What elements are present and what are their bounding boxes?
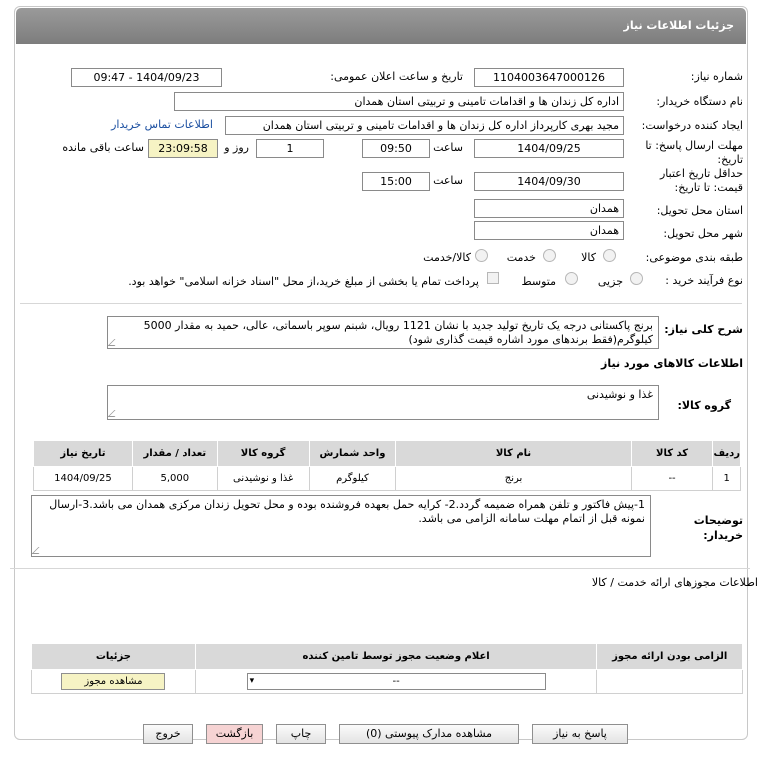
- price-validity-time-label: ساعت: [433, 174, 463, 187]
- buyer-notes-text: 1-پیش فاکتور و تلفن همراه ضمیمه گردد.2- …: [49, 498, 645, 525]
- resize-grip-icon[interactable]: [108, 410, 122, 417]
- process-option-minor: جزیی: [597, 275, 623, 288]
- buyer-notes-label: توضیحات: [693, 514, 743, 527]
- province-field: همدان: [474, 199, 624, 218]
- buyer-notes-label-2: خریدار:: [703, 529, 743, 542]
- col-permit-details: جزئیات: [31, 643, 196, 670]
- process-option-medium: متوسط: [521, 275, 556, 288]
- deadline-time-field: 09:50: [362, 139, 430, 158]
- attached-docs-button[interactable]: مشاهده مدارک پیوستی (0): [339, 724, 519, 744]
- col-code: کد کالا: [630, 440, 714, 467]
- description-textarea: برنج پاکستانی درجه یک تاریخ تولید جدید ب…: [107, 316, 659, 349]
- permit-status-select[interactable]: -- ▾: [246, 673, 546, 690]
- payment-note: پرداخت تمام یا بخشی از مبلغ خرید،از محل …: [128, 275, 479, 288]
- cell-permit-status: -- ▾: [194, 669, 598, 694]
- cell-code: --: [630, 466, 714, 491]
- col-permit-status: اعلام وضعیت مجوز توسط تامین کننده: [194, 643, 598, 670]
- category-option-service: خدمت: [506, 251, 536, 264]
- remaining-time-field: 23:09:58: [148, 139, 218, 158]
- need-number-field: 1104003647000126: [474, 68, 624, 87]
- cell-group: غذا و نوشیدنی: [216, 466, 310, 491]
- resize-grip-icon[interactable]: [32, 547, 46, 554]
- requester-label: ایجاد کننده درخواست:: [641, 119, 743, 132]
- exit-button[interactable]: خروج: [143, 724, 193, 744]
- back-button[interactable]: بازگشت: [206, 724, 263, 744]
- permit-status-value: --: [392, 676, 400, 687]
- cell-quantity: 5,000: [131, 466, 218, 491]
- buyer-org-field: اداره کل زندان ها و اقدامات تامینی و ترب…: [174, 92, 624, 111]
- category-radio-goods-service[interactable]: [475, 249, 488, 262]
- table-row: 1 -- برنج کیلوگرم غذا و نوشیدنی 5,000 14…: [33, 466, 741, 491]
- reply-button[interactable]: پاسخ به نیاز: [532, 724, 628, 744]
- cell-permit-required: [596, 669, 743, 694]
- cell-permit-details: مشاهده مجوز: [31, 669, 196, 694]
- price-validity-label: حداقل تاریخ اعتبار: [659, 167, 743, 180]
- price-validity-time-field: 15:00: [362, 172, 430, 191]
- col-permit-required: الزامی بودن ارائه مجوز: [596, 643, 743, 670]
- category-radio-goods[interactable]: [603, 249, 616, 262]
- goods-table: ردیف کد کالا نام کالا واحد شمارش گروه کا…: [33, 440, 741, 491]
- price-validity-date-field: 1404/09/30: [474, 172, 624, 191]
- table-row: -- ▾ مشاهده مجوز: [31, 669, 743, 694]
- buyer-org-label: نام دستگاه خریدار:: [656, 95, 743, 108]
- announce-label: تاریخ و ساعت اعلان عمومی:: [330, 70, 463, 83]
- chevron-down-icon: ▾: [249, 676, 255, 686]
- days-field: 1: [256, 139, 324, 158]
- permits-section-title: اطلاعات مجوزهای ارائه خدمت / کالا: [591, 576, 758, 589]
- deadline-time-label: ساعت: [433, 141, 463, 154]
- description-label: شرح کلی نیاز:: [664, 323, 743, 336]
- view-permit-button[interactable]: مشاهده مجوز: [61, 673, 166, 690]
- col-name: نام کالا: [395, 440, 632, 467]
- deadline-label-2: تاریخ:: [717, 153, 743, 166]
- deadline-label: مهلت ارسال پاسخ: تا: [645, 139, 743, 152]
- days-label: روز و: [224, 141, 249, 154]
- city-label: شهر محل تحویل:: [663, 227, 743, 240]
- category-option-goods-service: کالا/خدمت: [423, 251, 471, 264]
- cell-unit: کیلوگرم: [308, 466, 397, 491]
- divider: [10, 568, 750, 569]
- panel-title: جزئیات اطلاعات نیاز: [623, 19, 735, 32]
- divider: [20, 303, 742, 304]
- col-need-date: تاریخ نیاز: [33, 440, 133, 467]
- goods-section-title: اطلاعات کالاهای مورد نیاز: [601, 357, 743, 370]
- category-radio-service[interactable]: [543, 249, 556, 262]
- province-label: استان محل تحویل:: [656, 204, 743, 217]
- city-field: همدان: [474, 221, 624, 240]
- category-label: طبقه بندی موضوعی:: [645, 251, 743, 264]
- permits-table: الزامی بودن ارائه مجوز اعلام وضعیت مجوز …: [31, 643, 743, 694]
- buyer-notes-textarea: 1-پیش فاکتور و تلفن همراه ضمیمه گردد.2- …: [31, 495, 651, 557]
- cell-name: برنج: [395, 466, 632, 491]
- goods-group-label: گروه کالا:: [677, 399, 731, 412]
- requester-field: مجید بهری کارپرداز اداره کل زندان ها و ا…: [225, 116, 624, 135]
- deadline-date-field: 1404/09/25: [474, 139, 624, 158]
- panel-header: جزئیات اطلاعات نیاز: [16, 8, 746, 44]
- process-radio-minor[interactable]: [630, 272, 643, 285]
- col-group: گروه کالا: [216, 440, 310, 467]
- treasury-checkbox[interactable]: [487, 272, 499, 284]
- description-text: برنج پاکستانی درجه یک تاریخ تولید جدید ب…: [143, 319, 653, 346]
- print-button[interactable]: چاپ: [276, 724, 326, 744]
- need-number-label: شماره نیاز:: [690, 70, 743, 83]
- goods-group-value: غذا و نوشیدنی: [586, 388, 653, 401]
- cell-row: 1: [712, 466, 741, 491]
- col-unit: واحد شمارش: [308, 440, 397, 467]
- cell-need-date: 1404/09/25: [33, 466, 133, 491]
- price-validity-label-2: قیمت: تا تاریخ:: [674, 181, 743, 194]
- resize-grip-icon[interactable]: [108, 339, 122, 346]
- buyer-contact-link[interactable]: اطلاعات تماس خریدار: [111, 118, 213, 131]
- announce-field: 1404/09/23 - 09:47: [71, 68, 222, 87]
- process-label: نوع فرآیند خرید :: [665, 274, 743, 287]
- remaining-time-label: ساعت باقی مانده: [62, 141, 144, 154]
- col-row: ردیف: [712, 440, 741, 467]
- category-option-goods: کالا: [581, 251, 596, 264]
- process-radio-medium[interactable]: [565, 272, 578, 285]
- col-quantity: تعداد / مقدار: [131, 440, 218, 467]
- goods-group-textarea: غذا و نوشیدنی: [107, 385, 659, 420]
